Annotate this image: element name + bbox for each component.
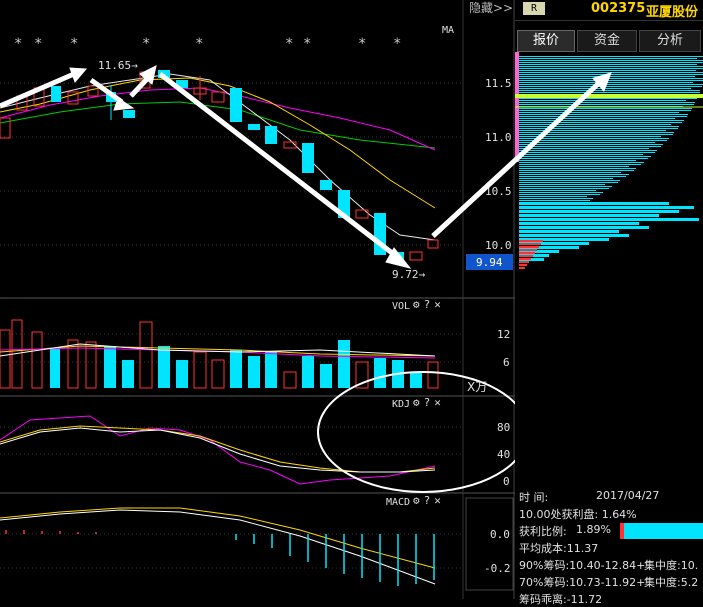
chip-cut-line: 筹码乖离:-11.72 — [519, 593, 603, 606]
kdj-tick: 0 — [503, 475, 510, 488]
chip-avg-cost: 平均成本:11.37 — [519, 542, 599, 555]
star-icon: * — [34, 36, 42, 52]
chip-distribution — [515, 52, 703, 269]
chip-70-concentration: 集中度:5.2 — [644, 576, 699, 589]
chip-90-concentration: 集中度:10. — [644, 559, 699, 572]
close-icon[interactable]: ✕ — [434, 494, 441, 507]
close-icon[interactable]: ✕ — [434, 298, 441, 311]
stock-name: 亚厦股份 — [646, 5, 699, 20]
tab-analysis[interactable]: 分析 — [639, 30, 701, 52]
star-icon: * — [70, 36, 78, 52]
gear-icon[interactable]: ⚙ — [413, 298, 420, 311]
gear-icon[interactable]: ⚙ — [413, 396, 420, 409]
volume-bars — [0, 319, 439, 389]
high-price-label: 11.65→ — [98, 59, 138, 72]
help-icon[interactable]: ? — [424, 396, 431, 409]
chip-date-label: 时 间: — [519, 491, 549, 504]
kdj-label: KDJ — [392, 399, 410, 410]
stock-badge: R — [523, 2, 545, 15]
chip-profit-ratio-value: 1.89% — [576, 523, 611, 536]
chip-70: 70%筹码:10.73-11.92+ — [519, 576, 646, 589]
hide-panel-button[interactable]: 隐藏>> — [469, 0, 513, 16]
star-icon: * — [195, 36, 203, 52]
vol-unit: X万 — [467, 380, 488, 394]
low-price-label: 9.72→ — [392, 268, 425, 281]
macd-tick: -0.2 — [484, 562, 511, 575]
star-markers: * * * * * * * * * — [14, 36, 401, 52]
star-icon: * — [358, 36, 366, 52]
help-icon[interactable]: ? — [424, 494, 431, 507]
profit-ratio-bar — [620, 523, 703, 539]
price-tick: 10.0 — [485, 239, 512, 252]
chip-90: 90%筹码:10.40-12.84+ — [519, 559, 646, 572]
vol-label: VOL — [392, 301, 410, 312]
gear-icon[interactable]: ⚙ — [413, 494, 420, 507]
kdj-controls: ⚙ ? ✕ — [413, 396, 463, 409]
macd-label: MACD — [386, 497, 410, 508]
current-price: 9.94 — [476, 256, 503, 269]
vol-tick: 12 — [497, 328, 510, 341]
star-icon: * — [142, 36, 150, 52]
vol-tick: 6 — [503, 356, 510, 369]
vol-controls: ⚙ ? ✕ — [413, 298, 463, 311]
star-icon: * — [393, 36, 401, 52]
macd-tick: 0.0 — [490, 528, 510, 541]
ma-label: MA — [442, 25, 454, 36]
macd-controls: ⚙ ? ✕ — [413, 494, 463, 507]
tab-funds[interactable]: 资金 — [577, 30, 637, 52]
price-tick: 11.5 — [485, 77, 512, 90]
stock-code: 002375 — [591, 1, 646, 16]
chip-date-value: 2017/04/27 — [596, 489, 660, 502]
price-tick: 10.5 — [485, 185, 512, 198]
tab-quote[interactable]: 报价 — [517, 30, 575, 52]
star-icon: * — [285, 36, 293, 52]
kdj-tick: 40 — [497, 448, 510, 461]
price-tick: 11.0 — [485, 131, 512, 144]
help-icon[interactable]: ? — [424, 298, 431, 311]
close-icon[interactable]: ✕ — [434, 396, 441, 409]
star-icon: * — [303, 36, 311, 52]
star-icon: * — [14, 36, 22, 52]
chip-profit-at: 10.00处获利盘: 1.64% — [519, 508, 637, 521]
chip-profit-ratio-label: 获利比例: — [519, 525, 567, 538]
kdj-tick: 80 — [497, 421, 510, 434]
